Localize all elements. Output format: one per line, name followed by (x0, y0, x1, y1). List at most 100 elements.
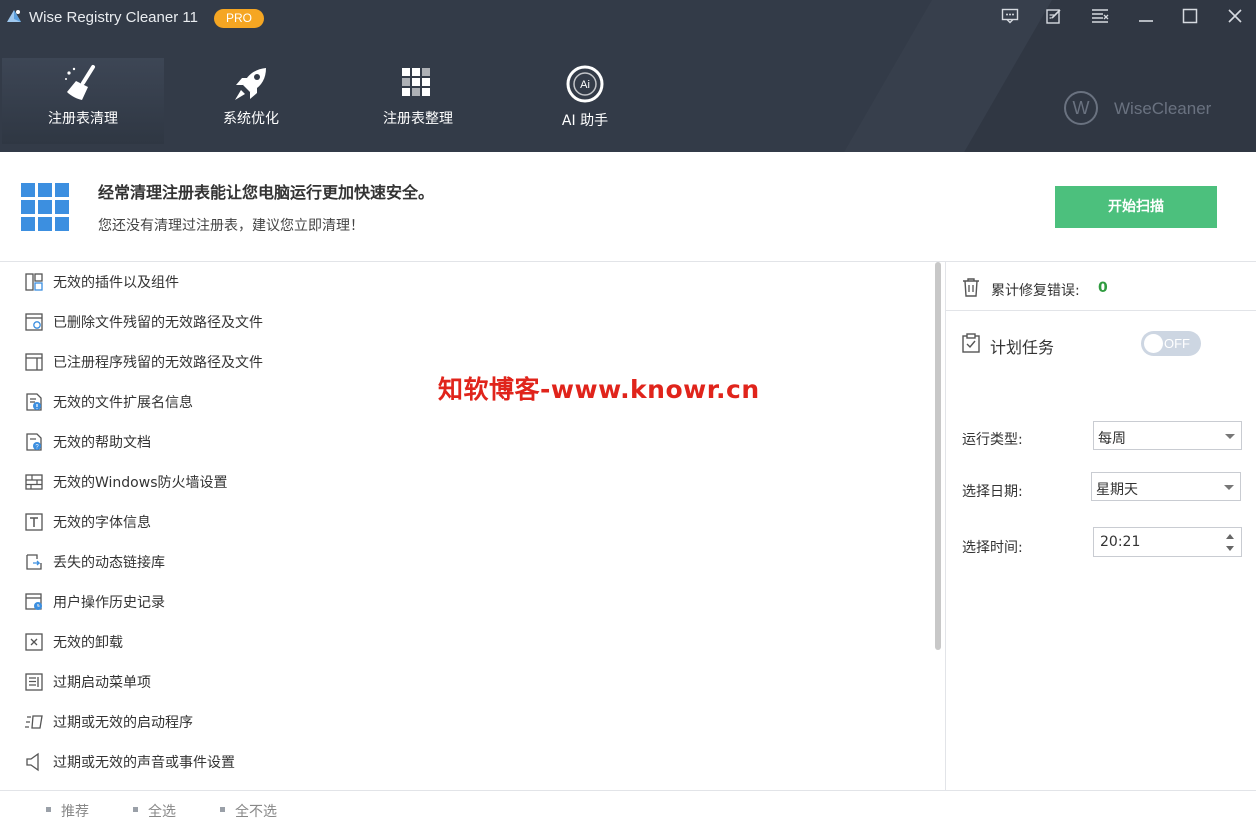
app-logo-icon (7, 10, 21, 22)
tab-system-optimize[interactable]: 系统优化 (170, 58, 332, 144)
list-item[interactable]: 用户操作历史记录 (0, 582, 600, 622)
list-item[interactable]: 过期或无效的声音或事件设置 (0, 742, 600, 782)
pro-badge: PRO (214, 9, 264, 28)
list-item-label: 过期或无效的启动程序 (53, 715, 193, 731)
menu-button[interactable] (1087, 4, 1113, 28)
recommend-link[interactable]: 推荐 (46, 801, 89, 821)
start-scan-button[interactable]: 开始扫描 (1055, 186, 1217, 228)
tab-ai-assistant[interactable]: Ai AI 助手 (504, 58, 666, 144)
list-item-label: 无效的文件扩展名信息 (53, 395, 193, 411)
defrag-grid-icon (402, 68, 430, 96)
sound-icon (26, 752, 39, 772)
help-doc-icon: ? (26, 433, 42, 451)
spin-up-icon[interactable] (1226, 534, 1234, 539)
list-scrollbar[interactable] (935, 262, 941, 650)
select-none-link[interactable]: 全不选 (220, 801, 277, 821)
minimize-icon (1139, 20, 1153, 22)
deleted-file-icon (25, 313, 43, 331)
banner-subtitle: 您还没有清理过注册表，建议您立即清理！ (98, 218, 364, 234)
tab-registry-defrag[interactable]: 注册表整理 (337, 58, 499, 144)
list-item-label: 无效的字体信息 (53, 515, 151, 531)
banner-title: 经常清理注册表能让您电脑运行更加快速安全。 (98, 183, 435, 202)
tab-registry-clean[interactable]: 注册表清理 (2, 58, 164, 144)
history-icon (25, 593, 42, 610)
run-type-value: 每周 (1098, 431, 1126, 447)
select-all-link[interactable]: 全选 (133, 801, 176, 821)
toggle-state-label: OFF (1164, 336, 1190, 351)
trash-icon (963, 278, 979, 297)
list-item[interactable]: 丢失的动态链接库 (0, 542, 600, 582)
list-item-label: 无效的Windows防火墙设置 (53, 475, 228, 491)
fixed-errors-label: 累计修复错误: (991, 283, 1080, 299)
wisecleaner-mark: W (1064, 91, 1098, 125)
run-type-label: 运行类型: (962, 432, 1023, 448)
startup-icon (25, 715, 43, 729)
list-item-label: 已删除文件残留的无效路径及文件 (53, 315, 263, 331)
maximize-button[interactable] (1177, 4, 1203, 28)
app-title: Wise Registry Cleaner 11 (29, 9, 198, 26)
footer-bar: 推荐 全选 全不选 (0, 790, 1256, 826)
toggle-knob (1144, 334, 1163, 353)
time-input[interactable]: 20:21 (1093, 527, 1242, 557)
recommend-label: 推荐 (61, 804, 89, 820)
uninstall-icon (25, 633, 43, 651)
start-menu-icon (25, 673, 43, 691)
minimize-button[interactable] (1133, 4, 1159, 28)
list-item-label: 丢失的动态链接库 (53, 555, 165, 571)
schedule-toggle[interactable]: OFF (1141, 331, 1201, 356)
list-item-label: 已注册程序残留的无效路径及文件 (53, 355, 263, 371)
firewall-icon (25, 474, 43, 490)
tab-label: 系统优化 (223, 111, 279, 127)
wisecleaner-logo: W WiseCleaner (1064, 91, 1214, 127)
status-banner: 经常清理注册表能让您电脑运行更加快速安全。 您还没有清理过注册表，建议您立即清理… (0, 152, 1256, 262)
list-item[interactable]: 无效的插件以及组件 (0, 262, 600, 302)
tab-label: 注册表整理 (383, 111, 453, 127)
edit-icon (1046, 9, 1061, 24)
component-icon (25, 273, 43, 291)
list-item[interactable]: 无效的卸载 (0, 622, 600, 662)
wisecleaner-brand: WiseCleaner (1114, 99, 1212, 118)
list-item[interactable]: 无效的字体信息 (0, 502, 600, 542)
list-item[interactable]: 过期或无效的启动程序 (0, 702, 600, 742)
panel-separator (946, 310, 1256, 311)
font-icon (25, 513, 43, 531)
list-item[interactable]: 无效的Windows防火墙设置 (0, 462, 600, 502)
edit-button[interactable] (1041, 4, 1067, 28)
close-button[interactable] (1222, 4, 1248, 28)
list-item-label: 过期或无效的声音或事件设置 (53, 755, 235, 771)
svg-text:Ai: Ai (580, 79, 590, 91)
chevron-down-icon (1224, 485, 1234, 490)
list-item[interactable]: 过期启动菜单项 (0, 662, 600, 702)
feedback-button[interactable] (997, 4, 1023, 28)
list-item-label: 无效的插件以及组件 (53, 275, 179, 291)
tab-label: 注册表清理 (48, 111, 118, 127)
list-item-label: 过期启动菜单项 (53, 675, 151, 691)
title-bar: Wise Registry Cleaner 11 PRO (0, 0, 1256, 34)
list-item-label: 无效的卸载 (53, 635, 123, 651)
chevron-down-icon (1225, 434, 1235, 439)
ai-icon: Ai (566, 65, 604, 103)
dll-icon (26, 554, 42, 570)
run-type-select[interactable]: 每周 (1093, 421, 1242, 450)
file-extension-icon (26, 393, 42, 411)
broom-icon (65, 65, 95, 100)
feedback-icon (1001, 8, 1019, 24)
date-select[interactable]: 星期天 (1091, 472, 1241, 501)
maximize-icon (1182, 8, 1198, 24)
select-all-label: 全选 (148, 804, 176, 820)
schedule-label: 计划任务 (990, 338, 1055, 357)
settings-panel: 累计修复错误: 0 计划任务 OFF 运行类型: 每周 选择日期: 星期天 选择… (946, 262, 1256, 790)
clipboard-check-icon (962, 333, 980, 353)
date-label: 选择日期: (962, 484, 1023, 500)
bullet-icon (46, 807, 51, 812)
rocket-icon (235, 68, 266, 100)
app-header: Wise Registry Cleaner 11 PRO 注册表清理 系统优化 … (0, 0, 1256, 152)
bullet-icon (133, 807, 138, 812)
time-value[interactable]: 20:21 (1100, 534, 1140, 550)
spin-down-icon[interactable] (1226, 546, 1234, 551)
list-item[interactable]: 已删除文件残留的无效路径及文件 (0, 302, 600, 342)
list-item-label: 用户操作历史记录 (53, 595, 165, 611)
list-item[interactable]: ? 无效的帮助文档 (0, 422, 600, 462)
select-none-label: 全不选 (235, 804, 277, 820)
tab-label: AI 助手 (561, 113, 609, 129)
